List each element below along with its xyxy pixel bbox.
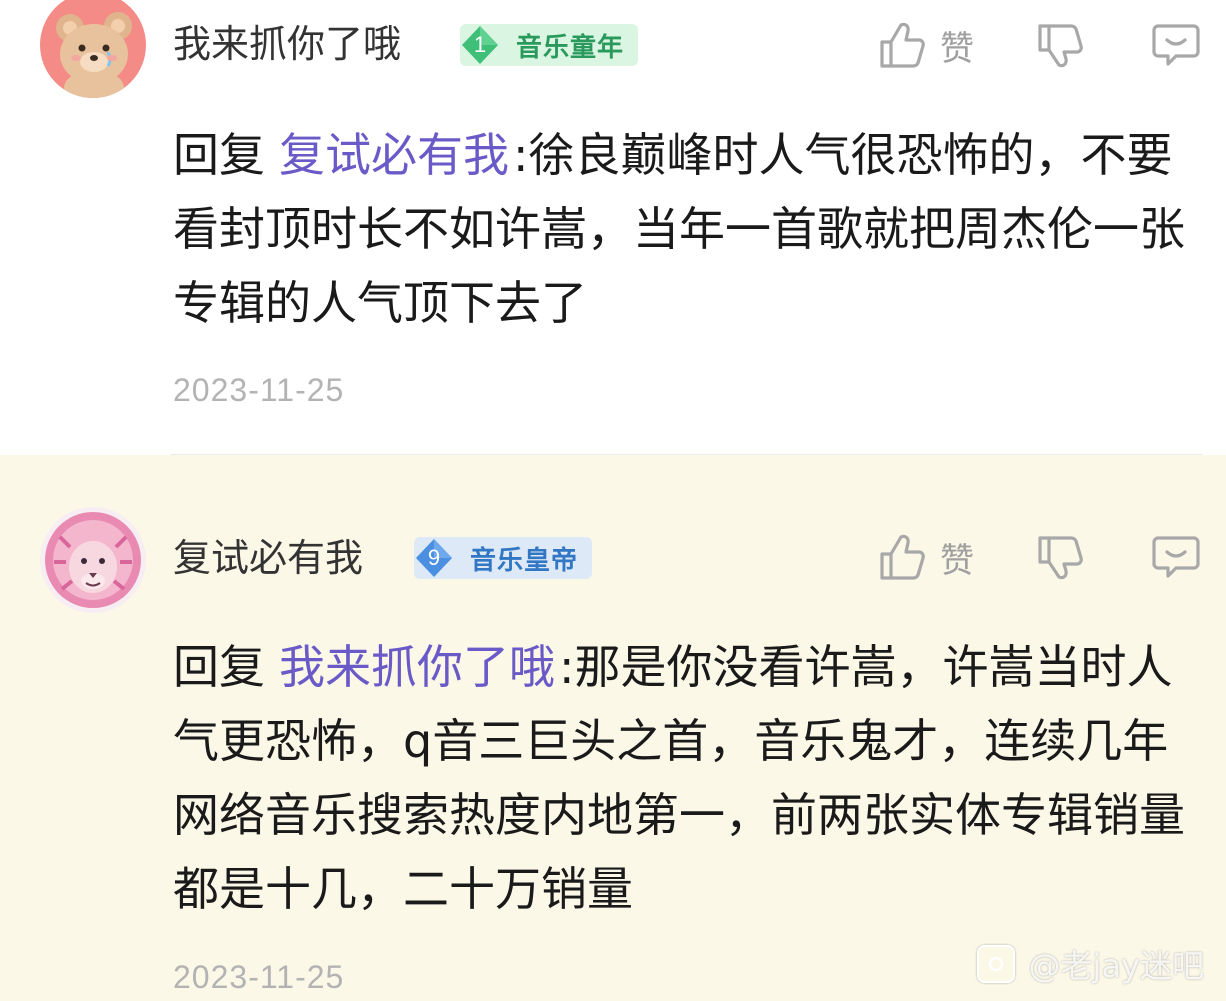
thumbs-up-icon [880,534,925,580]
thumbs-up-icon [880,22,925,68]
tieba-logo-icon [976,945,1015,983]
comment-item: 我来抓你了哦 1 音乐童年 赞 回复 复试必有我:徐良巅峰时人气很恐怖的，不要看… [0,0,1226,455]
comment-bubble-icon [1152,24,1200,66]
thumbs-down-icon [1038,536,1083,580]
level-badge[interactable]: 9 音乐皇帝 [414,537,593,579]
watermark-text: @老jay迷吧 [1028,947,1204,985]
like-label: 赞 [940,540,974,581]
like-button[interactable]: 赞 [878,532,974,582]
badge-level-number: 9 [427,545,441,570]
username[interactable]: 我来抓你了哦 [173,21,401,67]
level-diamond-icon: 9 [414,537,454,579]
dislike-button[interactable] [1036,532,1084,582]
level-badge[interactable]: 1 音乐童年 [460,24,639,66]
reply-target-link[interactable]: 复试必有我 [279,128,509,182]
badge-title: 音乐童年 [516,32,625,63]
reply-target-link[interactable]: 我来抓你了哦 [279,640,555,694]
watermark: @老jay迷吧 [976,941,1204,987]
comment-date: 2023-11-25 [173,959,345,995]
badge-title: 音乐皇帝 [470,545,579,576]
reply-button[interactable] [1152,532,1200,582]
comment-item: 复试必有我 9 音乐皇帝 赞 回复 我来抓你了哦:那是你没看许嵩，许嵩当时人气更… [0,455,1226,1001]
like-button[interactable]: 赞 [878,20,974,70]
divider [170,454,1202,455]
pink-lion-avatar-icon [40,507,146,613]
dislike-button[interactable] [1036,20,1084,70]
comment-bubble-icon [1152,536,1200,578]
bear-avatar-icon [40,0,146,98]
comment-list: 我来抓你了哦 1 音乐童年 赞 回复 复试必有我:徐良巅峰时人气很恐怖的，不要看… [0,0,1226,1001]
reply-button[interactable] [1152,20,1200,70]
reply-prefix: 回复 [173,128,265,182]
thumbs-down-icon [1038,24,1083,68]
comment-content: 回复 我来抓你了哦:那是你没看许嵩，许嵩当时人气更恐怖，q音三巨头之首，音乐鬼才，… [173,630,1203,926]
reply-prefix: 回复 [173,640,265,694]
comment-date: 2023-11-25 [173,372,345,408]
avatar[interactable] [40,507,146,613]
avatar[interactable] [40,0,146,98]
username[interactable]: 复试必有我 [173,535,363,581]
comment-content: 回复 复试必有我:徐良巅峰时人气很恐怖的，不要看封顶时长不如许嵩，当年一首歌就把周… [173,118,1203,340]
badge-level-number: 1 [473,32,487,57]
level-diamond-icon: 1 [460,24,500,66]
like-label: 赞 [940,28,974,69]
